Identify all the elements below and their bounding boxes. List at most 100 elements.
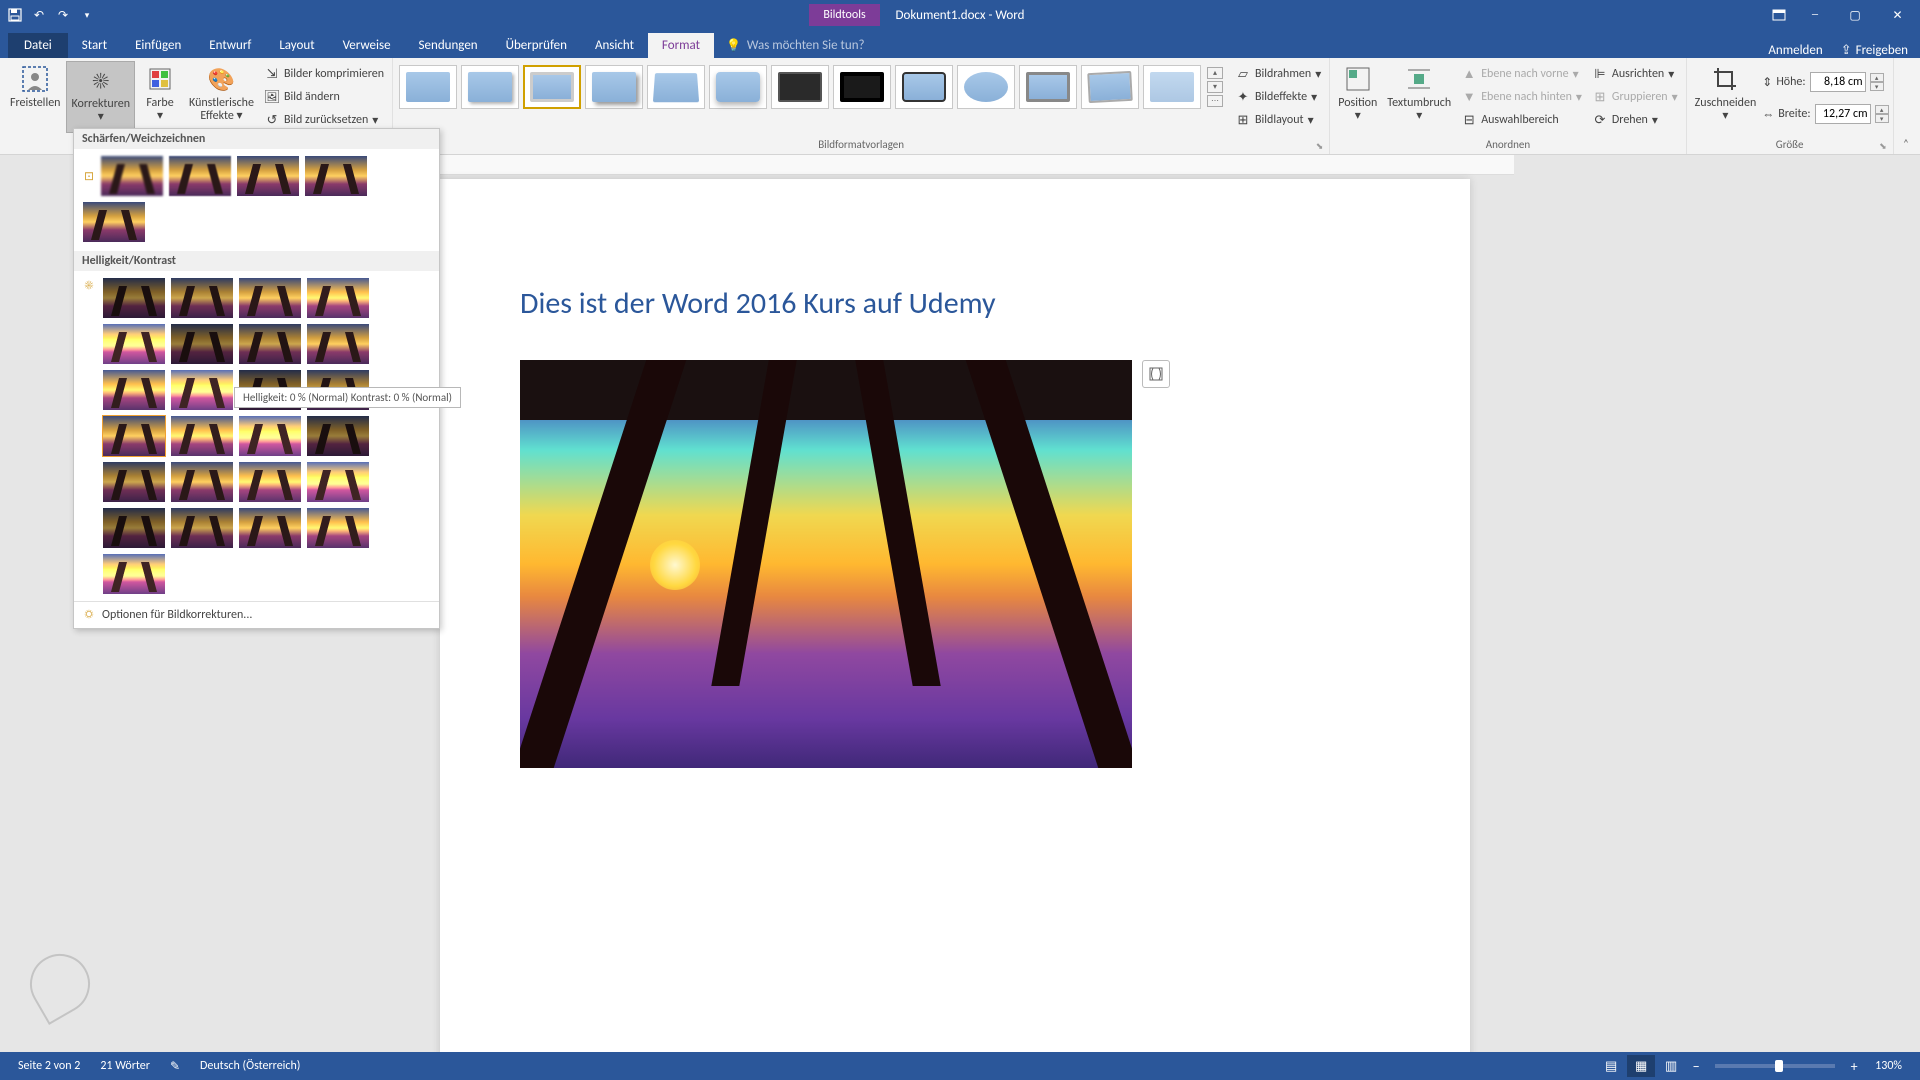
breite-input[interactable]: [1815, 104, 1871, 124]
brightness-thumb[interactable]: [170, 277, 234, 319]
kuenstlerische-effekte-button[interactable]: 🎨 KünstlerischeEffekte ▾: [185, 61, 258, 133]
redo-icon[interactable]: ↷: [52, 4, 74, 26]
style-item[interactable]: [1143, 65, 1201, 109]
style-item[interactable]: [709, 65, 767, 109]
style-item[interactable]: [647, 65, 705, 109]
brightness-thumb[interactable]: [306, 461, 370, 503]
ribbon-display-options-icon[interactable]: [1767, 9, 1791, 21]
gruppieren-button[interactable]: ⊞Gruppieren ▾: [1588, 86, 1682, 108]
dialog-launcher-icon[interactable]: ⬊: [1879, 141, 1887, 152]
ausrichten-button[interactable]: ⊫Ausrichten ▾: [1588, 63, 1682, 85]
bilder-komprimieren-button[interactable]: ⇲Bilder komprimieren: [260, 63, 388, 85]
tab-ansicht[interactable]: Ansicht: [581, 33, 648, 58]
style-item[interactable]: [1019, 65, 1077, 109]
word-count[interactable]: 21 Wörter: [90, 1059, 160, 1073]
hoehe-spinner[interactable]: ▴▾: [1870, 73, 1884, 91]
textumbruch-button[interactable]: Textumbruch▾: [1383, 61, 1455, 133]
brightness-thumb[interactable]: [102, 553, 166, 595]
tab-entwurf[interactable]: Entwurf: [195, 33, 265, 58]
brightness-thumb[interactable]: [102, 277, 166, 319]
dialog-launcher-icon[interactable]: ⬊: [1316, 141, 1324, 152]
brightness-thumb[interactable]: [170, 461, 234, 503]
brightness-thumb[interactable]: [306, 507, 370, 549]
style-item[interactable]: [833, 65, 891, 109]
undo-icon[interactable]: ↶: [28, 4, 50, 26]
brightness-thumb[interactable]: [306, 323, 370, 365]
style-item[interactable]: [399, 65, 457, 109]
save-icon[interactable]: [4, 4, 26, 26]
print-layout-icon[interactable]: ▦: [1627, 1055, 1655, 1077]
layout-options-icon[interactable]: [1142, 360, 1170, 388]
freistellen-button[interactable]: Freistellen: [6, 61, 64, 133]
style-item[interactable]: [895, 65, 953, 109]
ebene-hinten-button[interactable]: ▼Ebene nach hinten ▾: [1457, 86, 1586, 108]
tab-ueberpruefen[interactable]: Überprüfen: [492, 33, 581, 58]
ebene-vorne-button[interactable]: ▲Ebene nach vorne ▾: [1457, 63, 1586, 85]
style-item[interactable]: [957, 65, 1015, 109]
brightness-thumb-hovered[interactable]: [102, 415, 166, 457]
style-item[interactable]: [523, 65, 581, 109]
document-page[interactable]: Dies ist der Word 2016 Kurs auf Udemy: [440, 179, 1470, 1052]
tab-start[interactable]: Start: [68, 33, 121, 58]
tab-format[interactable]: Format: [648, 33, 714, 58]
bildlayout-button[interactable]: ⊞Bildlayout ▾: [1231, 109, 1325, 131]
auswahlbereich-button[interactable]: ⊟Auswahlbereich: [1457, 109, 1586, 131]
tab-verweise[interactable]: Verweise: [329, 33, 405, 58]
sharpen-thumb[interactable]: [236, 155, 300, 197]
sharpen-thumb[interactable]: [82, 201, 146, 243]
horizontal-ruler[interactable]: [440, 155, 1514, 175]
style-item[interactable]: [771, 65, 829, 109]
tab-sendungen[interactable]: Sendungen: [405, 33, 492, 58]
brightness-thumb[interactable]: [170, 507, 234, 549]
style-item[interactable]: [585, 65, 643, 109]
brightness-thumb[interactable]: [238, 415, 302, 457]
zoom-in-icon[interactable]: +: [1845, 1057, 1863, 1075]
style-item[interactable]: [1081, 65, 1139, 109]
bildkorrekturen-optionen[interactable]: ☼ Optionen für Bildkorrekturen...: [74, 601, 439, 628]
close-icon[interactable]: ✕: [1875, 0, 1920, 30]
brightness-thumb[interactable]: [102, 369, 166, 411]
brightness-thumb[interactable]: [102, 507, 166, 549]
brightness-thumb[interactable]: [170, 415, 234, 457]
tell-me-search[interactable]: 💡 Was möchten Sie tun?: [714, 33, 877, 58]
bild-aendern-button[interactable]: 🖼Bild ändern: [260, 86, 388, 108]
breite-spinner[interactable]: ▴▾: [1875, 105, 1889, 123]
sharpen-thumb[interactable]: [100, 155, 164, 197]
gallery-more[interactable]: ▴▾⋯: [1207, 67, 1223, 107]
tab-datei[interactable]: Datei: [8, 33, 68, 58]
maximize-icon[interactable]: ▢: [1835, 0, 1875, 30]
document-headline[interactable]: Dies ist der Word 2016 Kurs auf Udemy: [520, 285, 1390, 322]
qat-customize-icon[interactable]: ▾: [76, 4, 98, 26]
spell-check-icon[interactable]: ✎: [160, 1059, 190, 1074]
sign-in-link[interactable]: Anmelden: [1768, 43, 1822, 58]
brightness-thumb[interactable]: [306, 415, 370, 457]
read-mode-icon[interactable]: ▤: [1597, 1055, 1625, 1077]
language-indicator[interactable]: Deutsch (Österreich): [190, 1059, 310, 1073]
minimize-icon[interactable]: ─: [1795, 0, 1835, 30]
share-button[interactable]: ⇪ Freigeben: [1841, 43, 1908, 58]
farbe-button[interactable]: Farbe▾: [137, 61, 183, 133]
selected-image[interactable]: [520, 360, 1132, 768]
zoom-out-icon[interactable]: −: [1687, 1057, 1705, 1075]
collapse-ribbon-icon[interactable]: ˄: [1898, 137, 1914, 151]
brightness-thumb[interactable]: [170, 323, 234, 365]
brightness-thumb[interactable]: [238, 323, 302, 365]
tab-layout[interactable]: Layout: [265, 33, 328, 58]
brightness-thumb[interactable]: [170, 369, 234, 411]
bildeffekte-button[interactable]: ✦Bildeffekte ▾: [1231, 86, 1325, 108]
hoehe-input[interactable]: [1810, 72, 1866, 92]
korrekturen-button[interactable]: ☀ Korrekturen▾: [66, 61, 135, 133]
picture-styles-gallery[interactable]: ▴▾⋯: [397, 61, 1225, 113]
brightness-thumb[interactable]: [102, 461, 166, 503]
brightness-thumb[interactable]: [238, 277, 302, 319]
zoom-slider[interactable]: [1715, 1064, 1835, 1068]
tab-einfuegen[interactable]: Einfügen: [121, 33, 195, 58]
style-item[interactable]: [461, 65, 519, 109]
sharpen-thumb[interactable]: [304, 155, 368, 197]
web-layout-icon[interactable]: ▥: [1657, 1055, 1685, 1077]
drehen-button[interactable]: ⟳Drehen ▾: [1588, 109, 1682, 131]
position-button[interactable]: Position▾: [1334, 61, 1381, 133]
brightness-thumb[interactable]: [238, 461, 302, 503]
brightness-thumb[interactable]: [306, 277, 370, 319]
bildrahmen-button[interactable]: ▱Bildrahmen ▾: [1231, 63, 1325, 85]
